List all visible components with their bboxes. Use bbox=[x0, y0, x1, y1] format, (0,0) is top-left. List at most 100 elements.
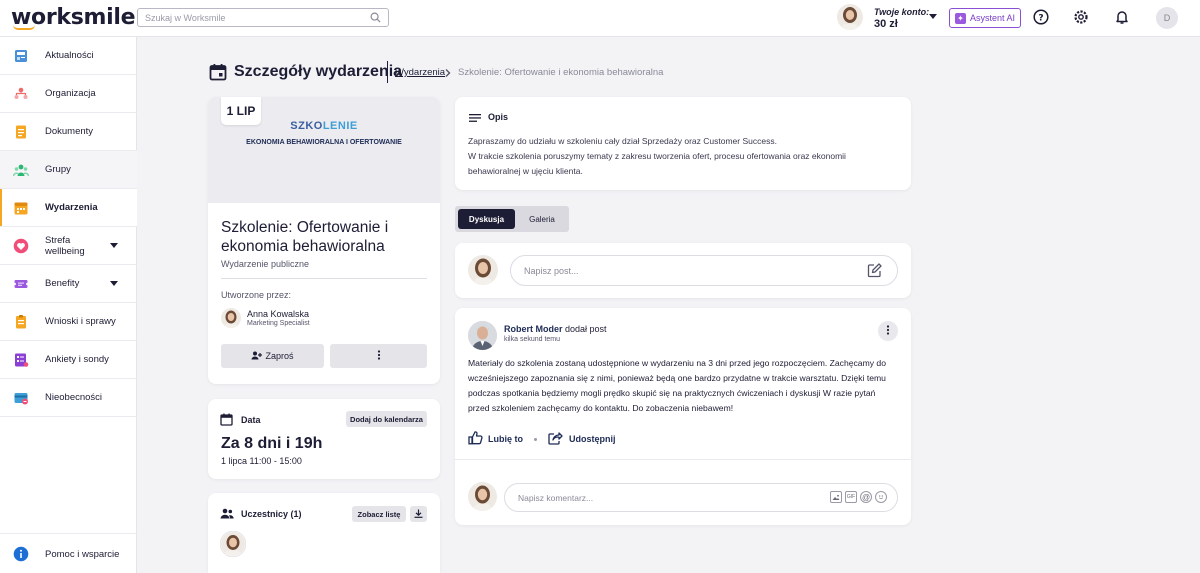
calendar-icon bbox=[209, 63, 227, 84]
banner-subtitle: EKONOMIA BEHAWIORALNA I OFERTOWANIE bbox=[246, 139, 402, 146]
calendar-icon bbox=[220, 413, 233, 429]
sparkle-icon: ✦ bbox=[954, 12, 966, 24]
event-card: SZKOLENIE EKONOMIA BEHAWIORALNA I OFERTO… bbox=[208, 97, 440, 384]
more-vertical-icon bbox=[886, 324, 890, 338]
author-name[interactable]: Anna Kowalska bbox=[247, 309, 309, 319]
date-card: Data Dodaj do kalendarza Za 8 dni i 19h … bbox=[208, 399, 440, 479]
post-author-name[interactable]: Robert Moder bbox=[504, 324, 563, 334]
description-line: behawioralnej w ujęciu klienta. bbox=[468, 166, 583, 176]
chevron-down-icon[interactable] bbox=[110, 243, 118, 248]
description-card: Opis Zapraszamy do udziału w szkoleniu c… bbox=[455, 97, 911, 190]
banner-title-part2: LENIE bbox=[322, 120, 358, 132]
comment-input-box[interactable]: GIF @ bbox=[504, 483, 898, 512]
sidebar-item-requests[interactable]: Wnioski i sprawy bbox=[0, 303, 137, 341]
chevron-down-icon[interactable] bbox=[929, 14, 937, 19]
sidebar-item-organization[interactable]: Organizacja bbox=[0, 75, 137, 113]
author-role: Marketing Specialist bbox=[247, 320, 310, 327]
post-actions: Lubię to Udostępnij bbox=[468, 430, 616, 448]
breadcrumb-events-link[interactable]: Wydarzenia bbox=[395, 67, 445, 78]
like-button[interactable]: Lubię to bbox=[488, 434, 523, 444]
share-button[interactable]: Udostępnij bbox=[569, 434, 616, 444]
user-avatar[interactable] bbox=[837, 4, 863, 30]
post-card: Robert Moder dodał post kilka sekund tem… bbox=[455, 308, 911, 525]
sidebar-item-label: Aktualności bbox=[45, 50, 94, 61]
gif-icon[interactable]: GIF bbox=[845, 491, 857, 503]
sidebar-item-label: Wnioski i sprawy bbox=[45, 316, 116, 327]
ticket-icon bbox=[13, 276, 29, 292]
description-line: Zapraszamy do udziału w szkoleniu cały d… bbox=[468, 136, 777, 146]
download-icon bbox=[414, 507, 423, 521]
bell-icon[interactable] bbox=[1114, 9, 1132, 27]
sidebar-item-label: Organizacja bbox=[45, 88, 96, 99]
share-icon[interactable] bbox=[548, 431, 563, 448]
sidebar-item-label: Grupy bbox=[45, 164, 71, 175]
event-time: 1 lipca 11:00 - 15:00 bbox=[221, 456, 302, 466]
help-label: Pomoc i wsparcie bbox=[45, 549, 120, 560]
participant-avatar[interactable] bbox=[219, 530, 247, 560]
account-balance[interactable]: Twoje konto: 30 zł bbox=[874, 7, 929, 30]
add-to-calendar-button[interactable]: Dodaj do kalendarza bbox=[346, 411, 427, 427]
invite-button[interactable]: Zaproś bbox=[221, 344, 324, 368]
sidebar-item-benefits[interactable]: Benefity bbox=[0, 265, 137, 303]
post-input-box[interactable] bbox=[510, 255, 898, 286]
absence-icon bbox=[13, 390, 29, 406]
download-button[interactable] bbox=[410, 506, 427, 522]
search-box[interactable] bbox=[137, 8, 389, 27]
help-icon[interactable]: ? bbox=[1033, 9, 1051, 27]
event-title: Szkolenie: Ofertowanie i ekonomia behawi… bbox=[221, 219, 389, 255]
search-icon[interactable] bbox=[370, 12, 381, 26]
svg-text:?: ? bbox=[1038, 14, 1043, 24]
description-line: W trakcie szkolenia poruszymy tematy z z… bbox=[468, 151, 846, 161]
banner-title-part1: SZKO bbox=[290, 120, 323, 132]
gear-icon[interactable] bbox=[1073, 9, 1091, 27]
sidebar-item-events[interactable]: Wydarzenia bbox=[0, 189, 137, 227]
search-input[interactable] bbox=[138, 9, 358, 26]
sidebar: Aktualności Organizacja Dokumenty Grupy … bbox=[0, 37, 137, 573]
sidebar-item-label: Benefity bbox=[45, 278, 80, 289]
edit-icon[interactable] bbox=[867, 263, 882, 281]
sidebar-item-label: Wydarzenia bbox=[45, 202, 98, 213]
description-label: Opis bbox=[488, 112, 509, 122]
chevron-down-icon[interactable] bbox=[110, 281, 118, 286]
title-divider bbox=[387, 61, 388, 83]
post-author-line: Robert Moder dodał post bbox=[504, 324, 607, 334]
sidebar-item-groups[interactable]: Grupy bbox=[0, 151, 137, 189]
sidebar-item-surveys[interactable]: Ankiety i sondy bbox=[0, 341, 137, 379]
text-lines-icon bbox=[469, 112, 481, 126]
sidebar-item-documents[interactable]: Dokumenty bbox=[0, 113, 137, 151]
breadcrumb-current: Szkolenie: Ofertowanie i ekonomia behawi… bbox=[458, 67, 664, 78]
tab-discussion[interactable]: Dyskusja bbox=[458, 209, 515, 229]
see-list-button[interactable]: Zobacz listę bbox=[352, 506, 406, 522]
org-chart-icon bbox=[13, 86, 29, 102]
heart-icon bbox=[13, 238, 29, 254]
mention-icon[interactable]: @ bbox=[860, 491, 872, 503]
tab-gallery[interactable]: Galeria bbox=[517, 209, 567, 229]
date-label: Data bbox=[241, 415, 261, 425]
sidebar-item-help[interactable]: Pomoc i wsparcie bbox=[0, 533, 137, 573]
sidebar-item-wellbeing[interactable]: Strefa wellbeing bbox=[0, 227, 137, 265]
sidebar-item-absences[interactable]: Nieobecności bbox=[0, 379, 137, 417]
separator-dot bbox=[534, 437, 537, 441]
post-options-button[interactable] bbox=[878, 321, 898, 341]
ai-assistant-button[interactable]: ✦ Asystent AI bbox=[949, 8, 1021, 28]
sidebar-item-news[interactable]: Aktualności bbox=[0, 37, 137, 75]
post-action: dodał post bbox=[565, 324, 607, 334]
post-author-avatar[interactable] bbox=[468, 321, 497, 350]
post-body: Materiały do szkolenia zostaną udostępni… bbox=[468, 358, 886, 413]
calendar-icon bbox=[13, 200, 29, 216]
more-options-button[interactable] bbox=[330, 344, 427, 368]
sidebar-item-label: Strefa wellbeing bbox=[45, 234, 85, 257]
comment-input[interactable] bbox=[505, 484, 805, 511]
logo-smile bbox=[13, 25, 35, 30]
thumbs-up-icon[interactable] bbox=[468, 430, 483, 448]
group-icon bbox=[12, 162, 30, 178]
profile-avatar[interactable]: D bbox=[1156, 7, 1178, 29]
emoji-icon[interactable] bbox=[875, 491, 887, 503]
author-avatar[interactable] bbox=[221, 308, 241, 328]
account-label: Twoje konto: bbox=[874, 7, 930, 17]
image-icon[interactable] bbox=[830, 491, 842, 503]
top-bar: worksmile Twoje konto: 30 zł ✦ Asystent … bbox=[0, 0, 1200, 37]
comment-tools: GIF @ bbox=[830, 491, 887, 503]
post-input[interactable] bbox=[511, 256, 851, 285]
invite-label: Zaproś bbox=[265, 351, 294, 361]
